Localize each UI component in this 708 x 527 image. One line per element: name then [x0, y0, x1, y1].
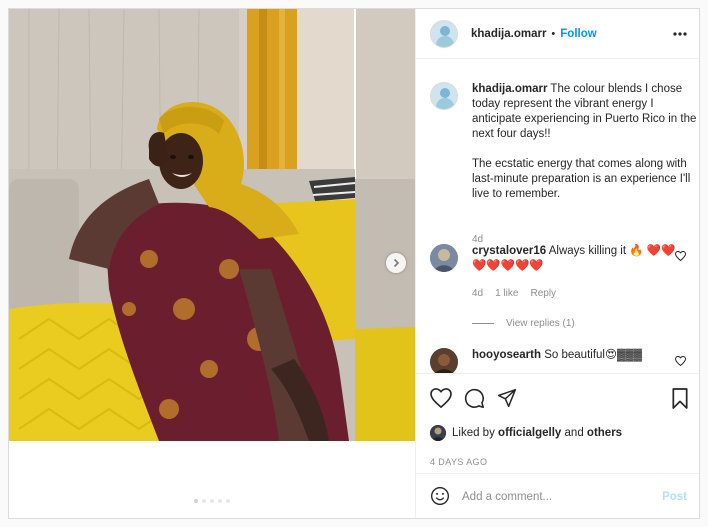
likes-summary: Liked by officialgelly and others — [430, 425, 622, 441]
comment-button[interactable] — [464, 388, 485, 409]
liked-by-others[interactable]: others — [587, 427, 622, 439]
commenter-avatar[interactable] — [430, 348, 458, 373]
liked-by-user[interactable]: officialgelly — [498, 427, 561, 439]
comment-meta: 4d 1 like Reply — [472, 288, 556, 299]
author-username[interactable]: khadija.omarr — [471, 28, 546, 40]
carousel-dot — [202, 499, 206, 503]
caption-paragraph-2: The ecstatic energy that comes along wit… — [472, 158, 694, 200]
share-icon — [497, 388, 517, 408]
comment-item: crystalover16 Always killing it 🔥 ❤️❤️❤️… — [430, 244, 692, 344]
save-button[interactable] — [671, 388, 689, 409]
carousel-dot — [218, 499, 222, 503]
comments-list[interactable]: khadija.omarr The colour blends I chose … — [416, 60, 699, 373]
like-button[interactable] — [430, 388, 452, 409]
view-replies-label: View replies (1) — [506, 318, 575, 329]
post-timestamp[interactable]: 4 DAYS AGO — [430, 457, 487, 467]
commenter-username[interactable]: hooyosearth — [472, 349, 541, 361]
commenter-username[interactable]: crystalover16 — [472, 245, 546, 257]
comment-text: crystalover16 Always killing it 🔥 ❤️❤️❤️… — [472, 244, 677, 274]
liked-by-label: Liked by — [452, 427, 495, 439]
comment-body: So beautiful😍▓▓▓ — [544, 349, 643, 361]
post-photo[interactable] — [9, 9, 415, 441]
post-actions-section: Liked by officialgelly and others 4 DAYS… — [416, 373, 699, 473]
more-options-button[interactable] — [673, 27, 687, 39]
author-avatar[interactable] — [430, 19, 458, 48]
liked-and-label: and — [564, 427, 584, 439]
next-image-button[interactable] — [386, 253, 406, 273]
share-button[interactable] — [497, 388, 517, 409]
comment-input[interactable] — [462, 491, 663, 503]
caption-text: khadija.omarr The colour blends I chose … — [472, 82, 697, 202]
like-comment-button[interactable] — [674, 355, 687, 369]
liker-avatar[interactable] — [430, 425, 446, 441]
comment-item: hooyosearth So beautiful😍▓▓▓ — [430, 348, 692, 373]
commenter-avatar[interactable] — [430, 244, 458, 272]
more-options-icon — [673, 32, 687, 36]
like-comment-button[interactable] — [674, 250, 687, 264]
comment-text: hooyosearth So beautiful😍▓▓▓ — [472, 348, 677, 363]
carousel-dot — [194, 499, 198, 503]
bookmark-icon — [672, 388, 688, 409]
view-replies-button[interactable]: View replies (1) — [472, 318, 575, 329]
post-header: khadija.omarr • Follow — [416, 9, 699, 59]
emoji-button[interactable] — [430, 486, 450, 509]
reply-button[interactable]: Reply — [530, 288, 556, 299]
comment-icon — [464, 388, 485, 409]
comment-likes[interactable]: 1 like — [495, 288, 518, 299]
carousel-dot — [210, 499, 214, 503]
comment-time[interactable]: 4d — [472, 288, 483, 299]
post-comment-button[interactable]: Post — [662, 491, 687, 503]
action-bar — [430, 388, 517, 409]
heart-icon — [674, 250, 687, 262]
photo-illustration — [9, 9, 415, 441]
post-media — [9, 9, 415, 518]
instagram-post: khadija.omarr • Follow khadija.omarr The… — [8, 8, 700, 519]
caption-username[interactable]: khadija.omarr — [472, 83, 547, 95]
separator-dot: • — [551, 27, 556, 40]
carousel-dots — [9, 499, 415, 503]
heart-icon — [674, 355, 687, 367]
post-side-panel: khadija.omarr • Follow khadija.omarr The… — [415, 9, 699, 518]
carousel-dot — [226, 499, 230, 503]
add-comment-bar: Post — [416, 473, 699, 518]
chevron-right-icon — [393, 258, 400, 268]
emoji-icon — [431, 486, 449, 505]
follow-button[interactable]: Follow — [560, 28, 596, 40]
caption-author-avatar[interactable] — [430, 82, 458, 110]
heart-icon — [430, 388, 452, 408]
